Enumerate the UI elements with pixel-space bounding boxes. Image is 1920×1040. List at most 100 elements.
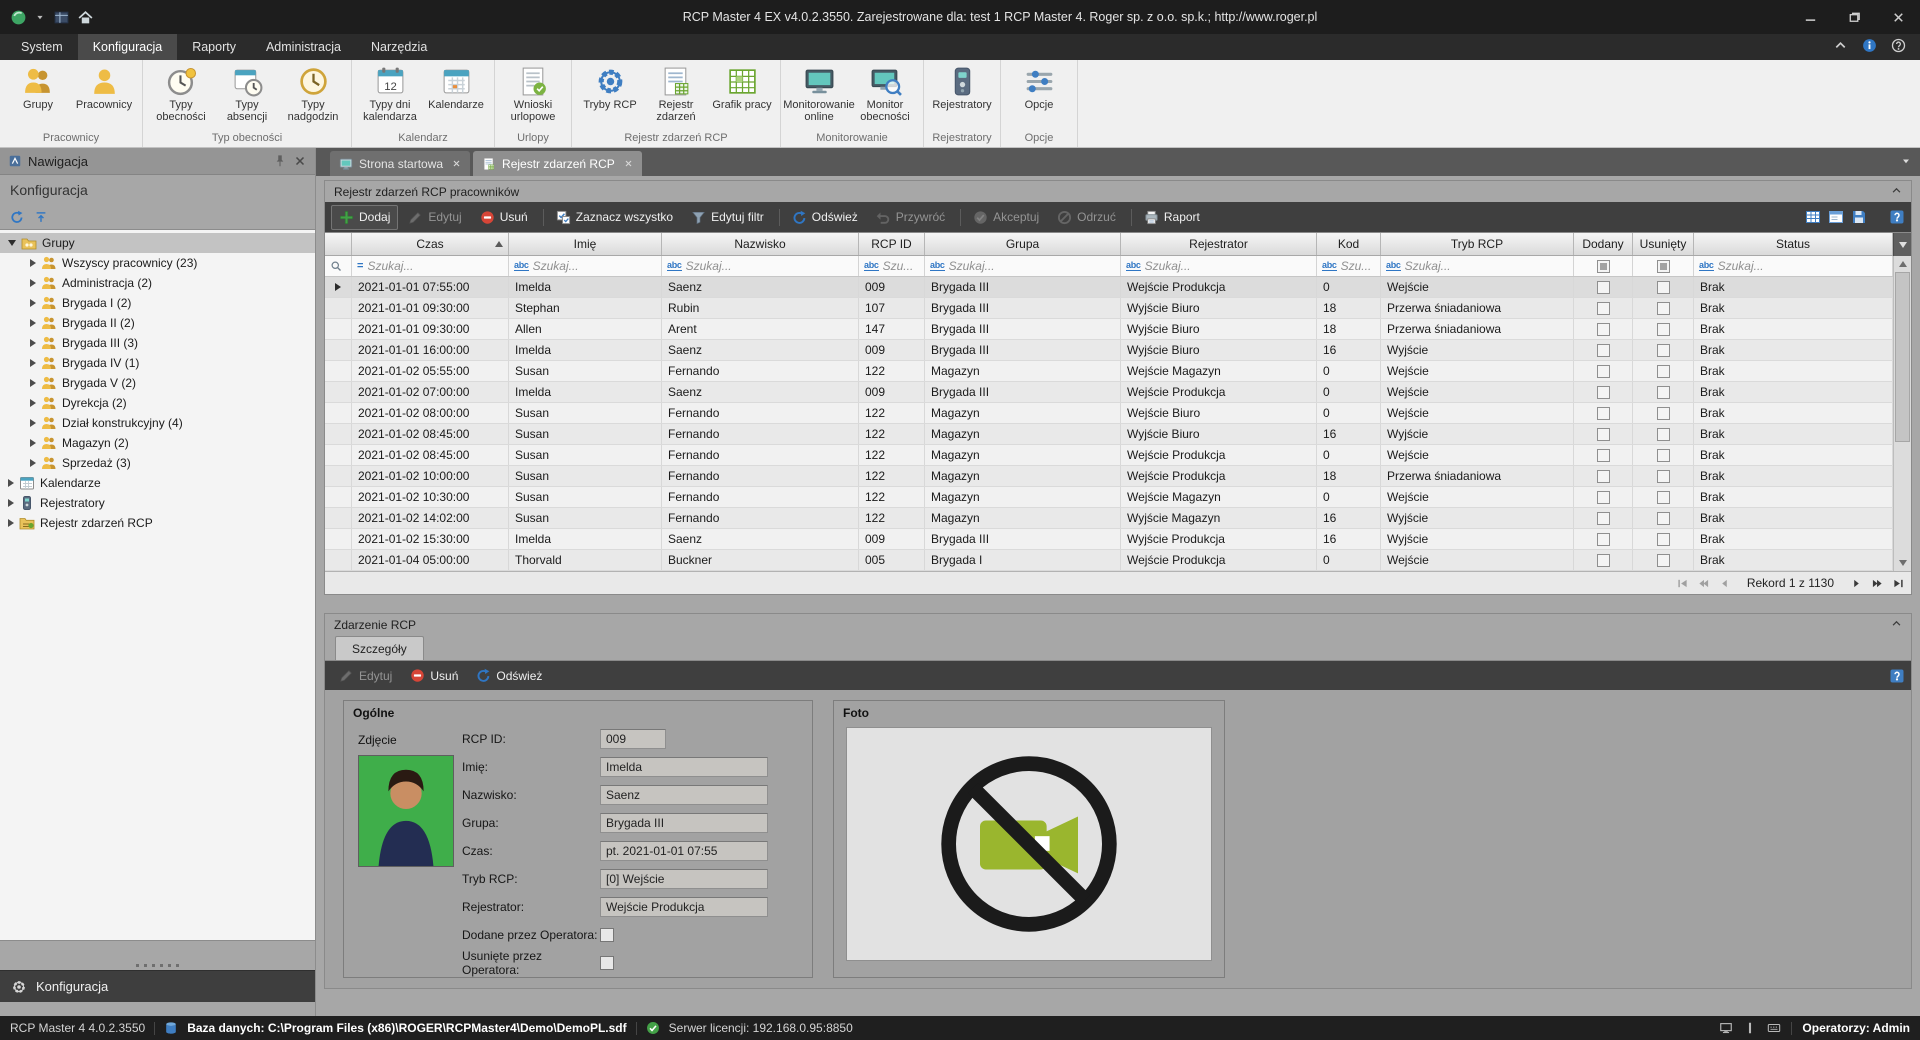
toolbar-button[interactable]: Edytuj	[400, 205, 469, 230]
toolbar-button[interactable]: Edytuj filtr	[683, 205, 772, 230]
column-header-grupa[interactable]: Grupa	[925, 233, 1121, 255]
filter-cell-status[interactable]: abc	[1694, 256, 1893, 276]
column-header-imie[interactable]: Imię	[509, 233, 662, 255]
row-selector-cell[interactable]	[325, 319, 352, 339]
ribbon-button[interactable]: Pracownicy	[71, 64, 137, 112]
row-selector-cell[interactable]	[325, 340, 352, 360]
collapsed-arrow-icon[interactable]	[30, 339, 36, 347]
collapse-panel-icon[interactable]	[1891, 185, 1902, 199]
field-input[interactable]	[600, 785, 768, 805]
contains-operator-icon[interactable]: abc	[930, 261, 945, 271]
tree-item[interactable]: Sprzedaż (3)	[0, 453, 315, 473]
checkbox-usuniety[interactable]	[1657, 344, 1670, 357]
close-panel-icon[interactable]	[293, 154, 307, 168]
column-header-rcp-id[interactable]: RCP ID	[859, 233, 925, 255]
collapsed-arrow-icon[interactable]	[30, 379, 36, 387]
column-header-rejestrator[interactable]: Rejestrator	[1121, 233, 1317, 255]
checkbox-usuniety[interactable]	[1657, 491, 1670, 504]
row-selector-cell[interactable]	[325, 403, 352, 423]
help-icon[interactable]	[1891, 38, 1906, 56]
contains-operator-icon[interactable]: abc	[667, 261, 682, 271]
grid-row[interactable]: 2021-01-02 14:02:00 Susan Fernando 122 M…	[325, 508, 1893, 529]
checkbox-usuniety[interactable]	[1657, 323, 1670, 336]
nav-last-button[interactable]	[1889, 575, 1907, 592]
grid-view-icon[interactable]	[1805, 209, 1821, 225]
filter-input-status[interactable]	[1718, 259, 1887, 273]
collapsed-arrow-icon[interactable]	[30, 319, 36, 327]
ribbon-button[interactable]: Typy nadgodzin	[280, 64, 346, 124]
checkbox-usuniety[interactable]	[1657, 281, 1670, 294]
tree-item[interactable]: Rejestratory	[0, 493, 315, 513]
row-selector-cell[interactable]	[325, 508, 352, 528]
contains-operator-icon[interactable]: abc	[514, 261, 529, 271]
column-header-nazwisko[interactable]: Nazwisko	[662, 233, 859, 255]
contains-operator-icon[interactable]: abc	[864, 261, 879, 271]
collapsed-arrow-icon[interactable]	[30, 279, 36, 287]
checkbox-usuniety[interactable]	[1657, 470, 1670, 483]
collapsed-arrow-icon[interactable]	[30, 399, 36, 407]
checkbox-dodany[interactable]	[1597, 428, 1610, 441]
nav-prev-page-button[interactable]	[1695, 575, 1713, 592]
row-selector-cell[interactable]	[325, 550, 352, 570]
grid-row[interactable]: 2021-01-04 05:00:00 Thorvald Buckner 005…	[325, 550, 1893, 571]
checkbox-dodany[interactable]	[1597, 302, 1610, 315]
minimize-button[interactable]	[1788, 0, 1832, 34]
filter-cell-rejestrator[interactable]: abc	[1121, 256, 1317, 276]
field-input[interactable]	[600, 757, 768, 777]
ribbon-button[interactable]: Typy absencji	[214, 64, 280, 124]
grid-row[interactable]: 2021-01-02 08:45:00 Susan Fernando 122 M…	[325, 424, 1893, 445]
contains-operator-icon[interactable]: abc	[1126, 261, 1141, 271]
checkbox-usuniety[interactable]	[1657, 533, 1670, 546]
operator-checkbox[interactable]	[600, 928, 614, 942]
scroll-down-icon[interactable]	[1894, 555, 1911, 571]
filter-cell-imie[interactable]: abc	[509, 256, 662, 276]
ribbon-button[interactable]: Typy dni kalendarza	[357, 64, 423, 124]
home-shortcut-icon[interactable]	[77, 9, 94, 26]
menu-tab[interactable]: Narzędzia	[356, 34, 442, 60]
row-selector-cell[interactable]	[325, 529, 352, 549]
checkbox-dodany[interactable]	[1597, 365, 1610, 378]
tree-item[interactable]: Wszyscy pracownicy (23)	[0, 253, 315, 273]
ribbon-button[interactable]: Wnioski urlopowe	[500, 64, 566, 124]
ribbon-button[interactable]: Opcje	[1006, 64, 1072, 112]
ribbon-button[interactable]: Monitor obecności	[852, 64, 918, 124]
field-input[interactable]	[600, 897, 768, 917]
ribbon-button[interactable]: Monitorowanie online	[786, 64, 852, 124]
ribbon-button[interactable]: Kalendarze	[423, 64, 489, 112]
row-selector-cell[interactable]	[325, 466, 352, 486]
collapsed-arrow-icon[interactable]	[30, 439, 36, 447]
checkbox-dodany[interactable]	[1597, 512, 1610, 525]
grid-row[interactable]: 2021-01-02 10:30:00 Susan Fernando 122 M…	[325, 487, 1893, 508]
filter-checkbox-usuniety[interactable]	[1657, 260, 1670, 273]
column-header-kod[interactable]: Kod	[1317, 233, 1381, 255]
filter-input-rcp-id[interactable]	[883, 259, 919, 273]
scrollbar-thumb[interactable]	[1895, 272, 1910, 442]
filter-input-nazwisko[interactable]	[686, 259, 853, 273]
tree-item[interactable]: Brygada IV (1)	[0, 353, 315, 373]
document-tab[interactable]: Rejestr zdarzeń RCP	[473, 151, 642, 176]
tree-item[interactable]: Administracja (2)	[0, 273, 315, 293]
ribbon-button[interactable]: Grafik pracy	[709, 64, 775, 112]
close-tab-icon[interactable]	[452, 159, 461, 168]
menu-tab[interactable]: Raporty	[177, 34, 251, 60]
grid-row[interactable]: 2021-01-02 07:00:00 Imelda Saenz 009 Bry…	[325, 382, 1893, 403]
tree-item[interactable]: Magazyn (2)	[0, 433, 315, 453]
toolbar-button[interactable]: Odśwież	[784, 205, 866, 230]
contains-operator-icon[interactable]: abc	[1699, 261, 1714, 271]
grid-row[interactable]: 2021-01-01 09:30:00 Stephan Rubin 107 Br…	[325, 298, 1893, 319]
tree-item[interactable]: Brygada I (2)	[0, 293, 315, 313]
ribbon-button[interactable]: Grupy	[5, 64, 71, 112]
toolbar-button[interactable]: Przywróć	[868, 205, 953, 230]
register-shortcut-icon[interactable]	[53, 9, 70, 26]
panel-help-icon[interactable]	[1889, 209, 1905, 225]
filter-cell-kod[interactable]: abc	[1317, 256, 1381, 276]
close-tab-icon[interactable]	[624, 159, 633, 168]
checkbox-dodany[interactable]	[1597, 281, 1610, 294]
tab-szczegoly[interactable]: Szczegóły	[335, 636, 424, 660]
tree-item[interactable]: Dział konstrukcyjny (4)	[0, 413, 315, 433]
checkbox-dodany[interactable]	[1597, 449, 1610, 462]
quick-access-caret-icon[interactable]	[34, 11, 46, 23]
field-input[interactable]	[600, 841, 768, 861]
collapsed-arrow-icon[interactable]	[30, 419, 36, 427]
grid-row[interactable]: 2021-01-01 16:00:00 Imelda Saenz 009 Bry…	[325, 340, 1893, 361]
